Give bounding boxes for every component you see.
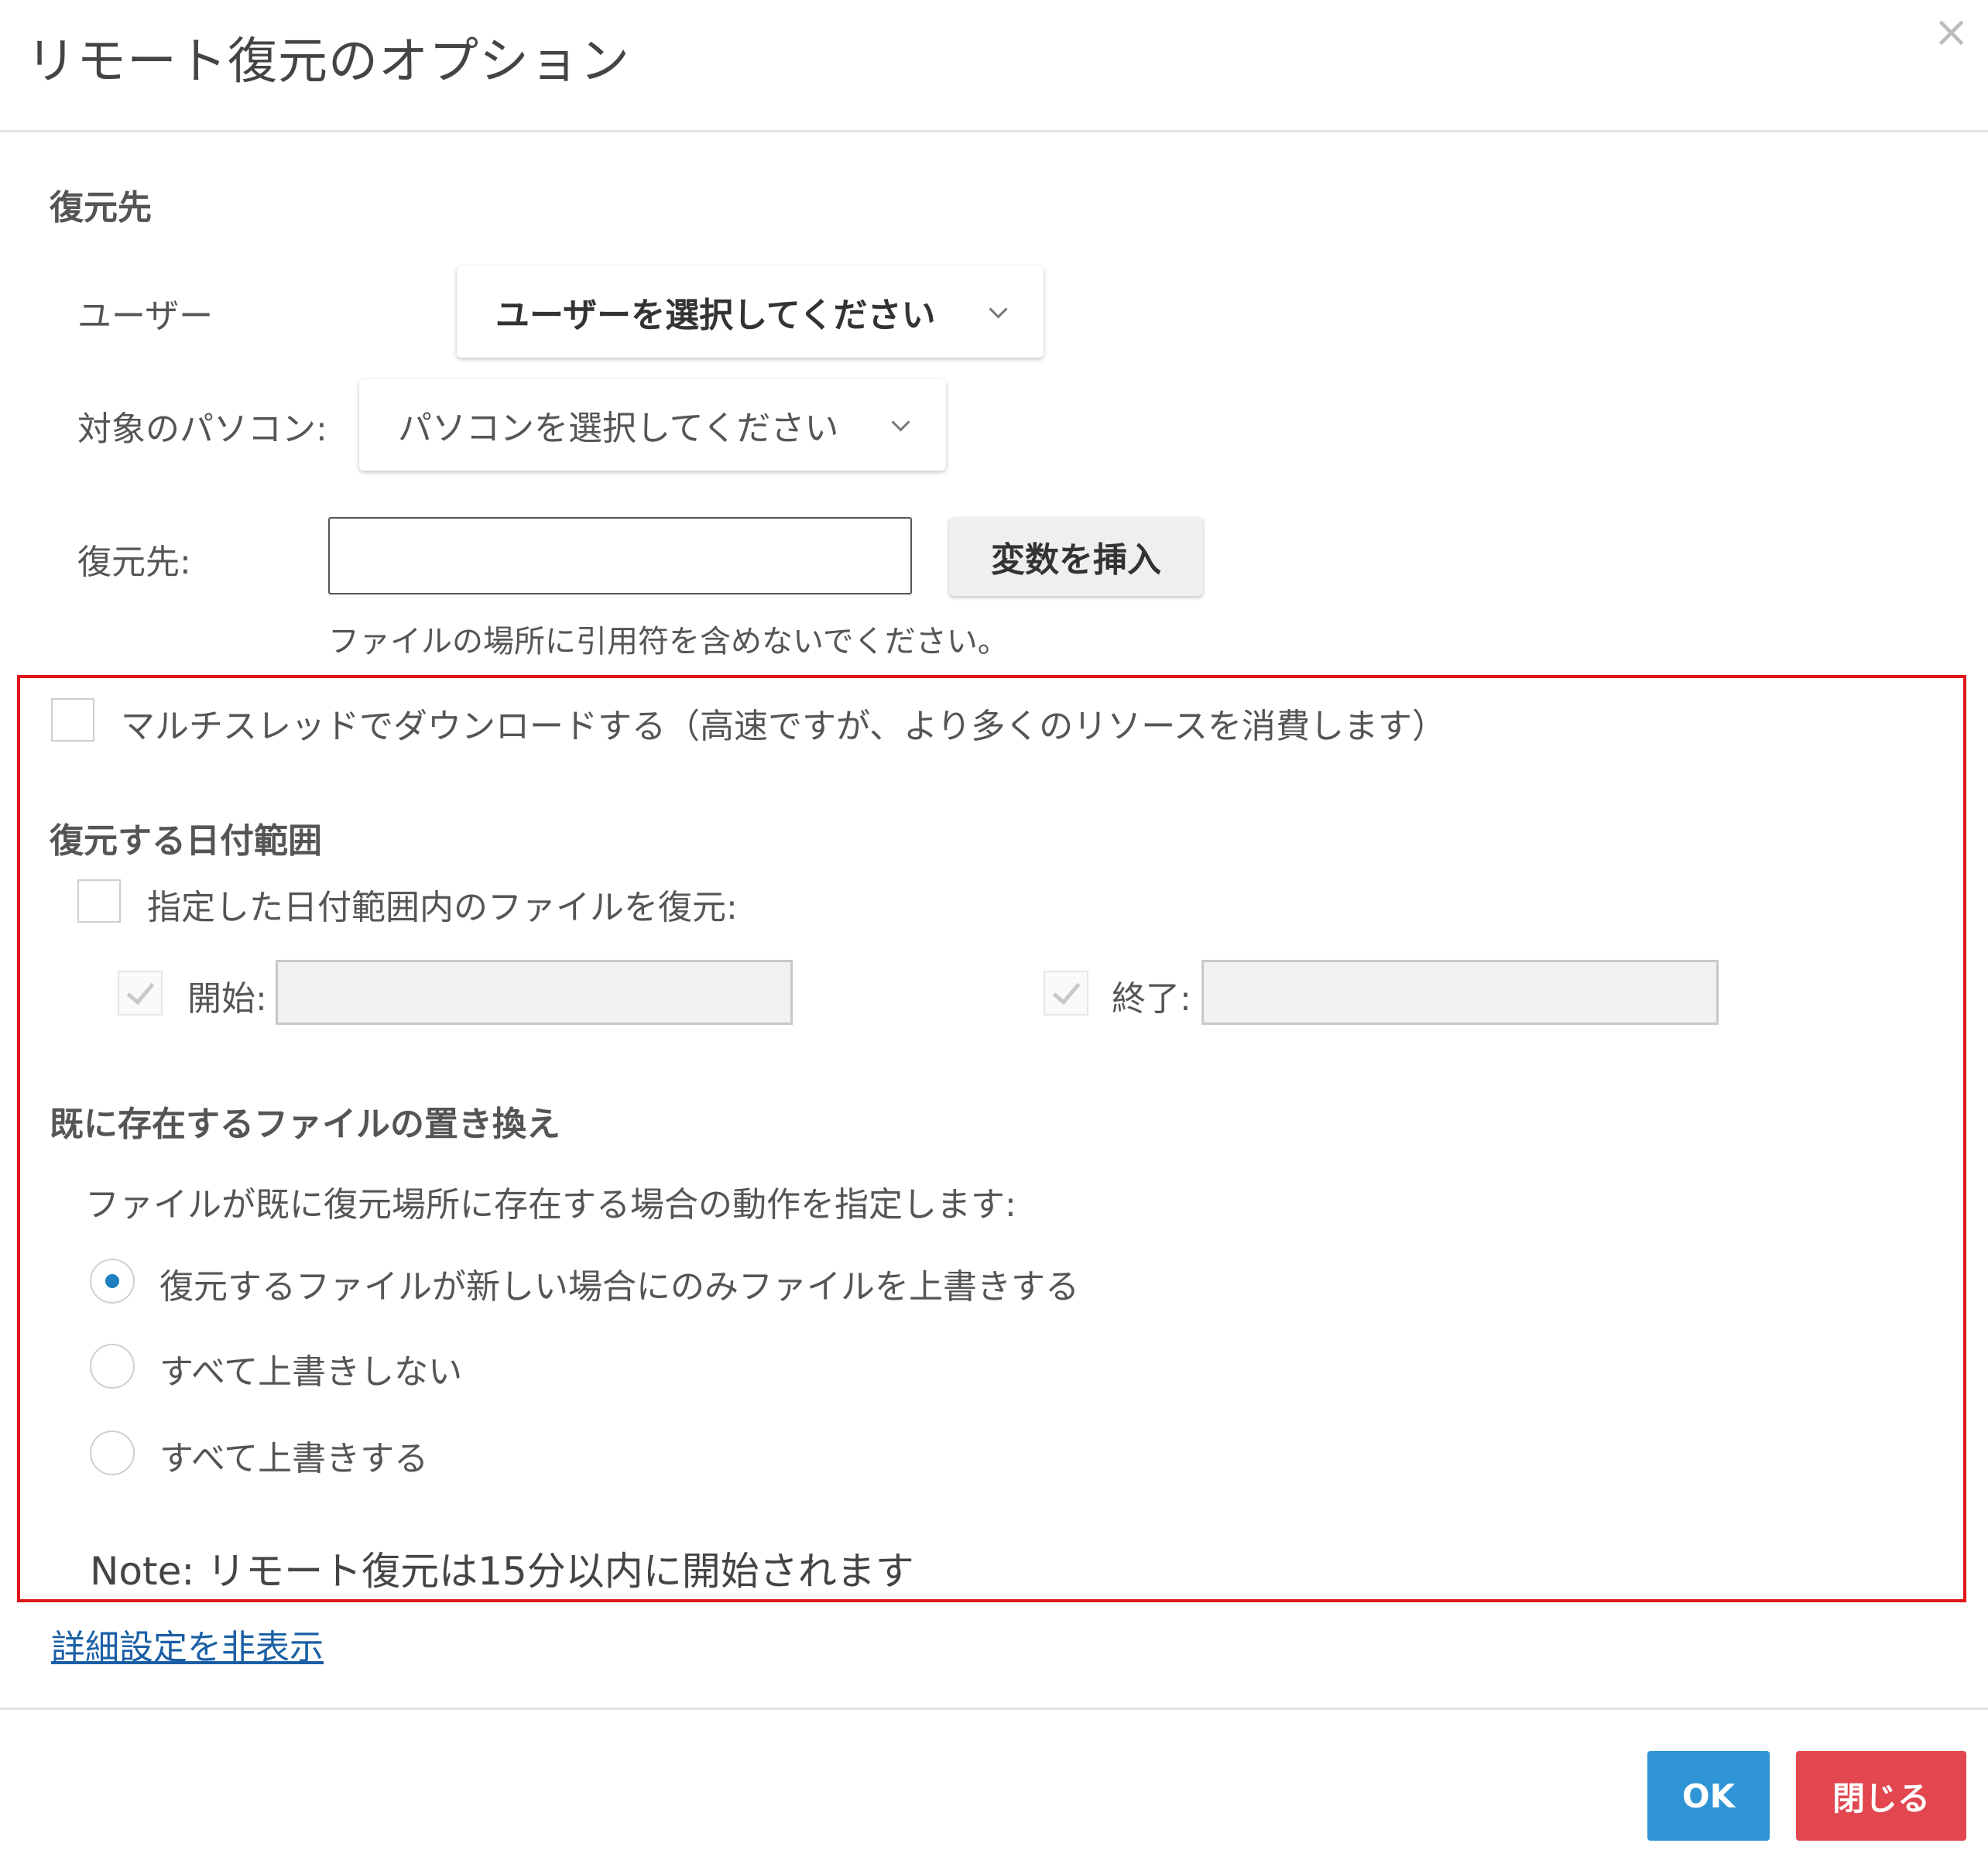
date-range-section-title: 復元する日付範囲: [50, 821, 322, 861]
overwrite-section-title: 既に存在するファイルの置き換え: [50, 1105, 560, 1144]
close-icon[interactable]: ×: [1933, 11, 1969, 54]
footer-divider: [0, 1708, 1988, 1710]
header-divider: [0, 130, 1988, 132]
chevron-down-icon: [989, 299, 1008, 319]
path-label: 復元先:: [77, 543, 191, 582]
multithread-checkbox[interactable]: [51, 698, 94, 742]
ok-button[interactable]: OK: [1647, 1751, 1770, 1841]
overwrite-none-radio[interactable]: [90, 1344, 135, 1389]
date-range-enable-label: 指定した日付範囲内のファイルを復元:: [147, 888, 738, 927]
start-date-checkbox[interactable]: [118, 971, 163, 1016]
hide-advanced-link[interactable]: 詳細設定を非表示: [51, 1619, 324, 1669]
restore-note: Note: リモート復元は15分以内に開始されます: [90, 1549, 914, 1594]
user-select[interactable]: ユーザーを選択してください: [457, 266, 1044, 358]
overwrite-all-radio[interactable]: [90, 1430, 135, 1475]
end-date-input[interactable]: [1201, 960, 1719, 1025]
pc-select[interactable]: パソコンを選択してください: [359, 379, 946, 471]
end-label: 終了:: [1112, 979, 1191, 1019]
user-select-value: ユーザーを選択してください: [495, 296, 936, 335]
close-button[interactable]: 閉じる: [1796, 1751, 1966, 1841]
date-range-checkbox[interactable]: [77, 879, 121, 923]
overwrite-newer-label: 復元するファイルが新しい場合にのみファイルを上書きする: [159, 1267, 1079, 1307]
overwrite-description: ファイルが既に復元場所に存在する場合の動作を指定します:: [85, 1185, 1016, 1225]
multithread-label: マルチスレッドでダウンロードする（高速ですが、より多くのリソースを消費します）: [121, 707, 1447, 746]
radio-selected-dot: [105, 1274, 119, 1288]
overwrite-newer-radio[interactable]: [90, 1259, 135, 1304]
restore-path-input[interactable]: [328, 517, 912, 594]
check-icon: [1052, 975, 1080, 1005]
dialog-title: リモート復元のオプション: [26, 33, 630, 91]
user-label: ユーザー: [77, 296, 214, 336]
start-label: 開始:: [187, 979, 267, 1019]
destination-section-title: 復元先: [50, 188, 152, 228]
chevron-down-icon: [891, 412, 910, 432]
overwrite-all-label: すべて上書きする: [159, 1439, 429, 1478]
start-date-input[interactable]: [276, 960, 793, 1025]
check-icon: [126, 975, 154, 1005]
overwrite-none-label: すべて上書きしない: [159, 1352, 463, 1392]
path-hint: ファイルの場所に引用符を含めないでください。: [328, 624, 1009, 659]
pc-select-value: パソコンを選択してください: [398, 409, 839, 448]
pc-label: 対象のパソコン:: [77, 409, 327, 449]
end-date-checkbox[interactable]: [1044, 971, 1088, 1016]
insert-variable-button[interactable]: 変数を挿入: [949, 517, 1203, 596]
